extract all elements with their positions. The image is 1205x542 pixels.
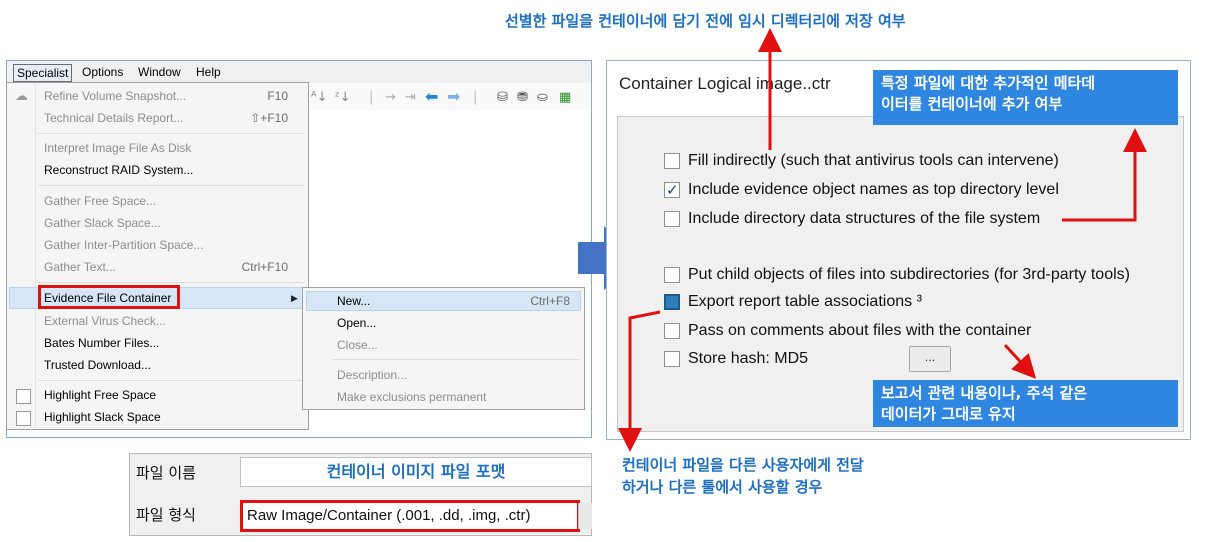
file-name-label: 파일 이름 — [136, 464, 196, 482]
arrow-to-meta-note — [1062, 128, 1147, 222]
file-name-input[interactable]: 컨테이너 이미지 파일 포맷 — [240, 457, 592, 487]
file-type-select[interactable]: Raw Image/Container (.001, .dd, .img, .c… — [240, 500, 580, 532]
arrow-to-comments-note — [1003, 343, 1037, 379]
file-type-dropdown-button[interactable] — [578, 503, 592, 529]
file-type-label: 파일 형식 — [136, 506, 196, 524]
arrow-to-share-note — [618, 310, 661, 452]
